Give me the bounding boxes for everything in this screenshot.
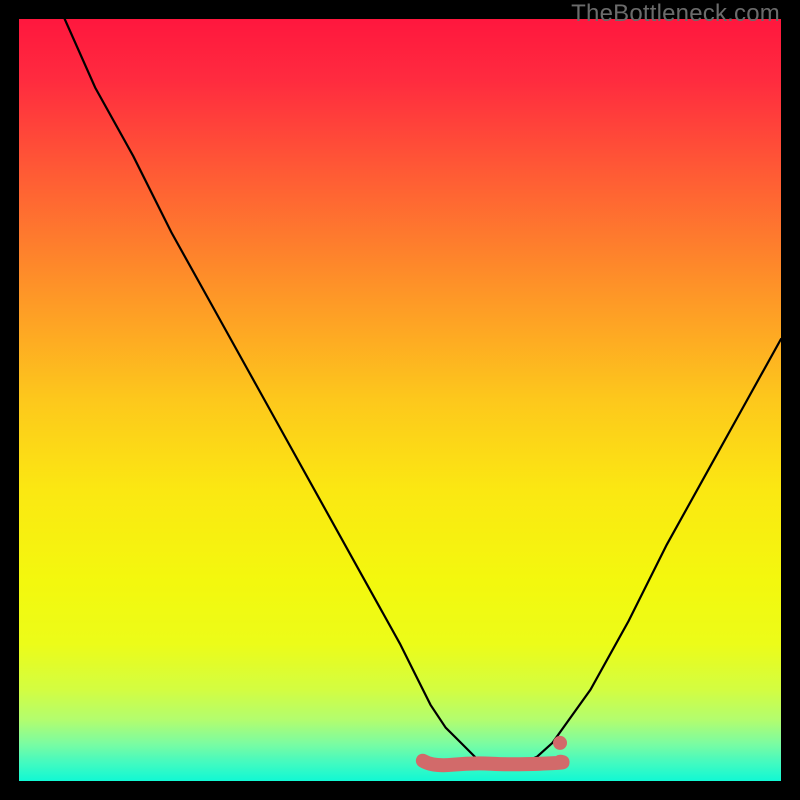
optimal-band (423, 761, 563, 766)
watermark-text: TheBottleneck.com (571, 0, 780, 28)
gradient-background (19, 19, 781, 781)
plot-area (19, 19, 781, 781)
chart-svg (19, 19, 781, 781)
chart-frame: TheBottleneck.com (0, 0, 800, 800)
marker-dot (553, 736, 567, 750)
